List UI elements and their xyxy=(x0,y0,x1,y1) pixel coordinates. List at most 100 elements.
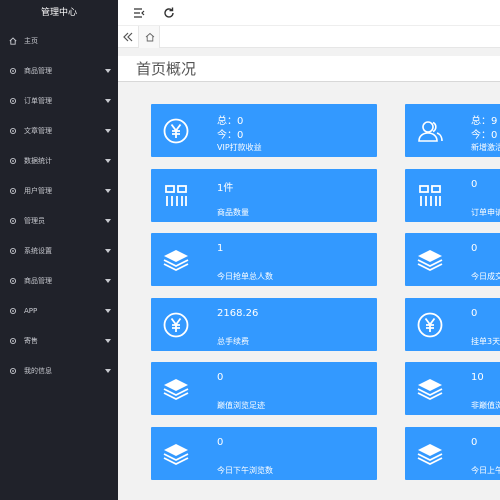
stat-card[interactable]: 2168.26 总手续费 xyxy=(151,298,377,351)
gear-icon xyxy=(9,127,17,135)
stat-value: 1 xyxy=(217,243,224,254)
sidebar-item[interactable]: 文章管理 xyxy=(0,116,118,146)
page-title: 首页概况 xyxy=(118,56,500,82)
chevron-down-icon xyxy=(105,339,111,343)
users-icon xyxy=(417,118,443,144)
gear-icon xyxy=(9,157,17,165)
stat-card[interactable]: 0 今日成交 xyxy=(405,233,500,286)
stat-card[interactable]: 0 巅值浏览足迹 xyxy=(151,362,377,415)
stat-value: 总：9 xyxy=(471,116,498,127)
sidebar-item[interactable]: 数据统计 xyxy=(0,146,118,176)
sidebar-item[interactable]: 寄售 xyxy=(0,326,118,356)
layers-icon xyxy=(417,247,443,273)
stat-value: 2168.26 xyxy=(217,308,259,319)
stat-caption: 今日成交 xyxy=(471,272,500,281)
yen-icon xyxy=(163,118,189,144)
tab-home[interactable] xyxy=(138,26,160,48)
stat-card[interactable]: 1 今日抢单总人数 xyxy=(151,233,377,286)
double-chevron-left-icon[interactable] xyxy=(120,30,136,44)
stat-caption: 新增激活 xyxy=(471,143,500,152)
stat-caption: 今日下午浏览数 xyxy=(217,466,273,475)
sidebar-item-label: 商品管理 xyxy=(24,277,52,285)
sidebar-item-label: 主页 xyxy=(24,37,38,45)
sidebar-item[interactable]: 用户管理 xyxy=(0,176,118,206)
sidebar: 管理中心 主页 商品管理 订单管理 文章管理 数据统计 用户管理 管理员 系统设置 商品管理 AP… xyxy=(0,0,118,500)
refresh-icon[interactable] xyxy=(162,6,176,20)
layers-icon xyxy=(163,441,189,467)
chevron-down-icon xyxy=(105,189,111,193)
gear-icon xyxy=(9,337,17,345)
gear-icon xyxy=(9,307,17,315)
sidebar-item[interactable]: 商品管理 xyxy=(0,56,118,86)
yen-icon xyxy=(417,312,443,338)
tab-bar xyxy=(118,26,500,48)
sidebar-item[interactable]: 商品管理 xyxy=(0,266,118,296)
sidebar-item-label: 管理员 xyxy=(24,217,45,225)
gear-icon xyxy=(9,217,17,225)
stat-value: 0 xyxy=(217,372,224,383)
layers-icon xyxy=(163,376,189,402)
chevron-down-icon xyxy=(105,309,111,313)
gear-icon xyxy=(9,247,17,255)
stat-caption: 今日上午 xyxy=(471,466,500,475)
stat-card[interactable]: 0 挂单3天 xyxy=(405,298,500,351)
stat-value: 1件 xyxy=(217,183,234,194)
stat-card[interactable]: 1件商品数量 xyxy=(151,169,377,222)
grid-icon xyxy=(417,183,443,209)
layers-icon xyxy=(417,441,443,467)
chevron-down-icon xyxy=(105,159,111,163)
stat-card[interactable]: 0 今日上午 xyxy=(405,427,500,480)
stat-card[interactable]: 0 今日下午浏览数 xyxy=(151,427,377,480)
menu-toggle-icon[interactable] xyxy=(132,6,146,20)
top-header xyxy=(118,0,500,26)
sidebar-item[interactable]: 系统设置 xyxy=(0,236,118,266)
stat-value: 0 xyxy=(217,437,224,448)
gear-icon xyxy=(9,277,17,285)
gear-icon xyxy=(9,97,17,105)
stat-caption: 巅值浏览足迹 xyxy=(217,401,265,410)
grid-icon xyxy=(163,183,189,209)
stat-card[interactable]: 总：0 今：0 VIP打款收益 xyxy=(151,104,377,157)
sidebar-item[interactable]: 订单管理 xyxy=(0,86,118,116)
sidebar-item[interactable]: APP xyxy=(0,296,118,326)
stat-value: 总：0 xyxy=(217,116,244,127)
sidebar-item-label: 文章管理 xyxy=(24,127,52,135)
home-icon xyxy=(145,32,155,42)
stat-value: 0 xyxy=(471,243,478,254)
chevron-down-icon xyxy=(105,129,111,133)
sidebar-item-label: APP xyxy=(24,307,38,315)
layers-icon xyxy=(163,247,189,273)
stat-card[interactable]: 10 非巅值浏 xyxy=(405,362,500,415)
stat-caption: 商品数量 xyxy=(217,208,249,217)
stat-value-today: 今：0 xyxy=(471,130,498,141)
stat-value: 0 xyxy=(471,437,478,448)
page-title-text: 首页概况 xyxy=(136,60,197,78)
sidebar-item[interactable]: 我的信息 xyxy=(0,356,118,386)
sidebar-item-label: 用户管理 xyxy=(24,187,52,195)
sidebar-item[interactable]: 主页 xyxy=(0,26,118,56)
stat-card[interactable]: 0 订单申请 xyxy=(405,169,500,222)
stat-caption: VIP打款收益 xyxy=(217,143,262,152)
sidebar-item[interactable]: 管理员 xyxy=(0,206,118,236)
main-content: 首页概况 总：0 今：0 VIP打款收益 总：9 今：0 新增激活 1件 商品数量 0 订单申请 1… xyxy=(118,48,500,500)
sidebar-title: 管理中心 xyxy=(40,8,77,18)
chevron-down-icon xyxy=(105,219,111,223)
stat-caption: 订单申请 xyxy=(471,208,500,217)
layers-icon xyxy=(417,376,443,402)
stat-caption: 非巅值浏 xyxy=(471,401,500,410)
sidebar-item-label: 数据统计 xyxy=(24,157,52,165)
stat-caption: 挂单3天 xyxy=(471,337,500,346)
sidebar-item-label: 寄售 xyxy=(24,337,38,345)
stat-value: 0 xyxy=(471,179,478,190)
stat-card[interactable]: 总：9 今：0 新增激活 xyxy=(405,104,500,157)
chevron-down-icon xyxy=(105,249,111,253)
chevron-down-icon xyxy=(105,69,111,73)
sidebar-nav: 主页 商品管理 订单管理 文章管理 数据统计 用户管理 管理员 系统设置 商品管理 APP 寄售 我的… xyxy=(0,26,118,386)
sidebar-item-label: 我的信息 xyxy=(24,367,52,375)
yen-icon xyxy=(163,312,189,338)
chevron-down-icon xyxy=(105,99,111,103)
gear-icon xyxy=(9,187,17,195)
gear-icon xyxy=(9,367,17,375)
home-icon xyxy=(9,37,17,45)
stat-value: 10 xyxy=(471,372,484,383)
